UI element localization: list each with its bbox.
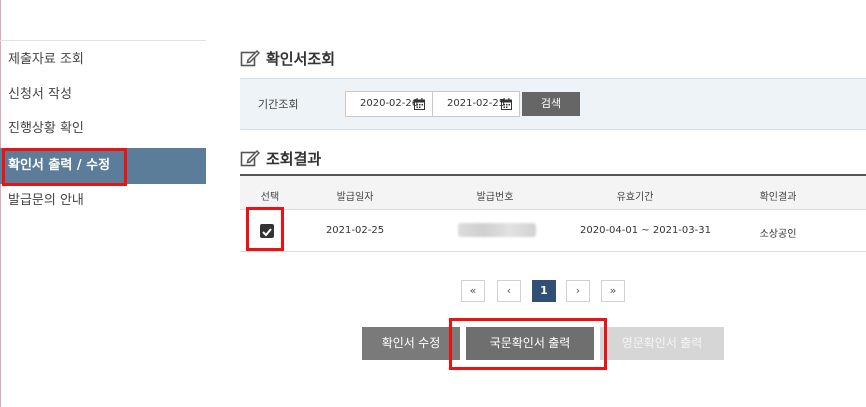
start-date-value: 2020-02-26 bbox=[360, 98, 419, 109]
pagination-next-button[interactable]: › bbox=[566, 280, 590, 302]
sidebar-divider bbox=[0, 40, 206, 41]
table-header: 선택 발급일자 발급번호 유효기간 확인결과 bbox=[240, 174, 866, 210]
search-button[interactable]: 검색 bbox=[522, 92, 580, 116]
search-title-text: 확인서조회 bbox=[266, 49, 336, 68]
results-title-text: 조회결과 bbox=[266, 149, 322, 168]
pagination-last-button[interactable]: » bbox=[601, 280, 625, 302]
pagination-prev-button[interactable]: ‹ bbox=[497, 280, 521, 302]
column-header-issue-number: 발급번호 bbox=[476, 192, 514, 203]
search-section-title: 확인서조회 bbox=[240, 46, 335, 70]
print-korean-certificate-button[interactable]: 국문확인서 출력 bbox=[466, 327, 594, 360]
column-header-select: 선택 bbox=[260, 192, 280, 203]
print-english-certificate-button[interactable]: 영문확인서 출력 bbox=[600, 327, 724, 360]
column-header-result: 확인결과 bbox=[759, 192, 797, 203]
row-select-checkbox[interactable] bbox=[260, 224, 274, 238]
period-label: 기간조회 bbox=[258, 98, 299, 111]
calendar-icon[interactable] bbox=[501, 98, 512, 110]
edit-icon bbox=[240, 149, 260, 167]
checkmark-icon bbox=[262, 228, 272, 237]
results-section-title: 조회결과 bbox=[240, 146, 321, 170]
pagination-first-button[interactable]: « bbox=[461, 280, 485, 302]
column-header-validity: 유효기간 bbox=[616, 192, 654, 203]
cell-issue-number-redacted bbox=[458, 223, 536, 237]
pagination-page-1[interactable]: 1 bbox=[532, 280, 556, 302]
end-date-input[interactable]: 2021-02-25 bbox=[432, 91, 520, 117]
sidebar-item-write-application[interactable]: 신청서 작성 bbox=[0, 80, 206, 110]
sidebar-item-progress[interactable]: 진행상황 확인 bbox=[0, 114, 206, 144]
column-header-issue-date: 발급일자 bbox=[336, 192, 374, 203]
end-date-value: 2021-02-25 bbox=[447, 98, 506, 109]
start-date-input[interactable]: 2020-02-26 bbox=[345, 91, 433, 117]
cell-validity: 2020-04-01 ~ 2021-03-31 bbox=[580, 225, 711, 236]
sidebar-item-print-edit[interactable]: 확인서 출력 / 수정 bbox=[0, 148, 206, 184]
page: 제출자료 조회 신청서 작성 진행상황 확인 확인서 출력 / 수정 발급문의 … bbox=[0, 0, 866, 407]
calendar-icon[interactable] bbox=[414, 98, 425, 110]
edit-icon bbox=[240, 49, 260, 67]
cell-result: 소상공인 bbox=[759, 229, 797, 240]
edit-certificate-button[interactable]: 확인서 수정 bbox=[362, 327, 460, 360]
cell-issue-date: 2021-02-25 bbox=[325, 225, 385, 236]
sidebar-item-issuance-guide[interactable]: 발급문의 안내 bbox=[0, 186, 206, 216]
search-panel: 기간조회 2020-02-26 2021-02-25 검색 bbox=[240, 78, 866, 130]
sidebar-item-submitted-docs[interactable]: 제출자료 조회 bbox=[0, 45, 206, 75]
table-row[interactable]: 2021-02-25 2020-04-01 ~ 2021-03-31 소상공인 bbox=[240, 210, 866, 252]
